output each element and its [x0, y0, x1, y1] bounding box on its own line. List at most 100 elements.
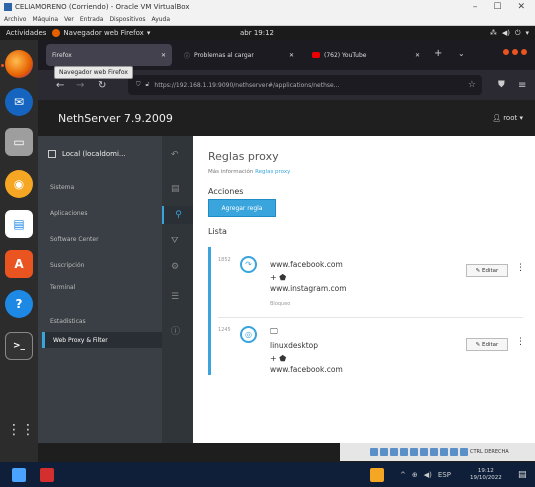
bookmark-star-icon[interactable]: ☆: [468, 80, 482, 90]
ubuntu-topbar: Actividades Navegador web Firefox ▾ abr …: [0, 26, 535, 40]
kebab-menu-icon[interactable]: ⋮: [516, 263, 525, 273]
maximize-button[interactable]: ☐: [493, 2, 501, 12]
dashboard-icon[interactable]: ▤: [171, 184, 180, 194]
edit-button[interactable]: ✎ Editar: [466, 338, 508, 351]
app-icon[interactable]: [40, 467, 54, 482]
share-icon: ↷: [240, 256, 257, 273]
url-text: https://192.168.1.19:9090/nethserver#/ap…: [154, 81, 340, 89]
terminal-icon[interactable]: >_: [5, 332, 33, 360]
active-indicator: [1, 64, 4, 67]
sidebar-item-sistema[interactable]: Sistema: [50, 184, 74, 191]
audio-icon[interactable]: [390, 448, 398, 456]
tab-label: (762) YouTube: [324, 51, 367, 59]
close-icon[interactable]: ✕: [289, 52, 294, 59]
vbox-menu-archivo[interactable]: Archivo: [4, 16, 26, 23]
sidebar-item-terminal[interactable]: Terminal: [50, 284, 75, 291]
recording-icon[interactable]: [440, 448, 448, 456]
show-applications-icon[interactable]: ⋮⋮⋮: [7, 422, 49, 438]
thunderbird-icon[interactable]: ✉: [5, 88, 33, 116]
new-tab-button[interactable]: +: [434, 48, 442, 59]
filter-icon[interactable]: ⛛: [171, 236, 179, 246]
page-content: NethServer 7.9.2009 👤︎ root ▾ Local (loc…: [38, 100, 535, 443]
vbox-menu-entrada[interactable]: Entrada: [80, 16, 104, 23]
system-tray[interactable]: ^ ⊕ ◀) ESP: [400, 471, 451, 479]
software-icon[interactable]: A: [5, 250, 33, 278]
hdd-icon[interactable]: [370, 448, 378, 456]
settings-icon[interactable]: ⚙: [171, 262, 179, 272]
activities-button[interactable]: Actividades: [0, 29, 52, 37]
close-button[interactable]: ✕: [517, 2, 525, 12]
sidebar-item-estadisticas[interactable]: Estadísticas: [50, 318, 86, 325]
edit-button[interactable]: ✎ Editar: [466, 264, 508, 277]
sidebar-item-software-center[interactable]: Software Center: [50, 236, 99, 243]
kebab-menu-icon[interactable]: ⋮: [516, 337, 525, 347]
list-icon[interactable]: ☰: [171, 292, 179, 302]
windows-start-icon[interactable]: [12, 467, 26, 482]
sidebar-item-web-proxy[interactable]: Web Proxy & Filter: [42, 332, 166, 348]
user-icon: 👤︎: [492, 114, 501, 122]
display-icon[interactable]: [430, 448, 438, 456]
host-selector[interactable]: Local (localdomi...: [48, 150, 126, 158]
sidebar-item-aplicaciones[interactable]: Aplicaciones: [50, 210, 87, 217]
vbox-menu-ver[interactable]: Ver: [64, 16, 74, 23]
shared-folder-icon[interactable]: [420, 448, 428, 456]
pinned-app-icon[interactable]: [370, 467, 384, 482]
sidebar-item-suscripcion[interactable]: Suscripción: [50, 262, 84, 269]
actions-heading: Acciones: [208, 187, 244, 196]
list-tabs-button[interactable]: ⌄: [458, 49, 465, 58]
vbox-menu-dispositivos[interactable]: Dispositivos: [109, 16, 145, 23]
libreoffice-icon[interactable]: ▤: [5, 210, 33, 238]
youtube-icon: [312, 52, 320, 58]
proxy-rules-icon[interactable]: ⚲: [162, 206, 193, 224]
network-icon[interactable]: [400, 448, 408, 456]
close-icon[interactable]: ✕: [415, 52, 420, 59]
language-indicator: ESP: [437, 470, 451, 479]
close-icon[interactable]: ✕: [161, 52, 166, 59]
chevron-down-icon: ▾: [519, 114, 523, 122]
clock[interactable]: abr 19:12: [240, 29, 274, 37]
tab-label: Problemas al cargar: [194, 51, 254, 59]
back-button[interactable]: ←: [56, 80, 64, 91]
monitor-icon: 🖵︎: [270, 327, 278, 336]
more-info-link[interactable]: Reglas proxy: [255, 169, 290, 175]
more-info-label: Más información: [208, 169, 254, 175]
minimize-button[interactable]: –: [473, 2, 478, 12]
firefox-icon[interactable]: [5, 50, 33, 78]
help-icon[interactable]: ?: [5, 290, 33, 318]
host-label: Local (localdomi...: [62, 150, 126, 158]
window-controls[interactable]: [503, 49, 527, 55]
user-menu[interactable]: 👤︎ root ▾: [492, 114, 523, 122]
files-icon[interactable]: ▭: [5, 128, 33, 156]
plus-tag-icon: + ⬟: [270, 354, 287, 363]
mouse-icon[interactable]: [460, 448, 468, 456]
lock-warning-icon: 🔓︎: [145, 81, 150, 88]
tab-youtube[interactable]: (762) YouTube ✕: [306, 44, 426, 66]
taskbar-clock[interactable]: 19:12 19/10/2022: [470, 468, 502, 482]
rule-priority: 1245: [218, 327, 231, 333]
pencil-icon: ✎: [475, 267, 481, 274]
forward-button[interactable]: →: [76, 80, 84, 91]
pocket-icon[interactable]: ⛊: [498, 80, 505, 90]
optical-icon[interactable]: [380, 448, 388, 456]
reload-button[interactable]: ↻: [98, 80, 106, 91]
notifications-icon[interactable]: ▤: [518, 470, 527, 480]
add-rule-button[interactable]: Agregar regla: [208, 199, 276, 217]
vbox-menu-maquina[interactable]: Máquina: [32, 16, 58, 23]
rhythmbox-icon[interactable]: ◉: [5, 170, 33, 198]
brand-title: NethServer 7.9.2009: [58, 111, 173, 125]
info-icon[interactable]: ⓘ: [171, 324, 180, 337]
network-icon: ⊕: [411, 470, 418, 479]
url-bar[interactable]: ⛉ 🔓︎ https://192.168.1.19:9090/nethserve…: [128, 75, 482, 95]
app-menu[interactable]: Navegador web Firefox ▾: [52, 29, 150, 37]
vbox-menu-ayuda[interactable]: Ayuda: [152, 16, 171, 23]
system-menu[interactable]: ⁂ ◀) ⏻ ▾: [490, 29, 529, 38]
timeline-bar: [208, 247, 211, 375]
rule-source: linuxdesktop: [270, 341, 319, 350]
cpu-icon[interactable]: [450, 448, 458, 456]
chevron-up-icon: ^: [400, 470, 406, 479]
tab-problemas[interactable]: ⓘ Problemas al cargar ✕: [178, 44, 300, 66]
usb-icon[interactable]: [410, 448, 418, 456]
tab-firefox[interactable]: Firefox ✕: [46, 44, 172, 66]
menu-icon[interactable]: ≡: [518, 80, 526, 91]
back-arrow-icon[interactable]: ↶: [171, 150, 179, 160]
